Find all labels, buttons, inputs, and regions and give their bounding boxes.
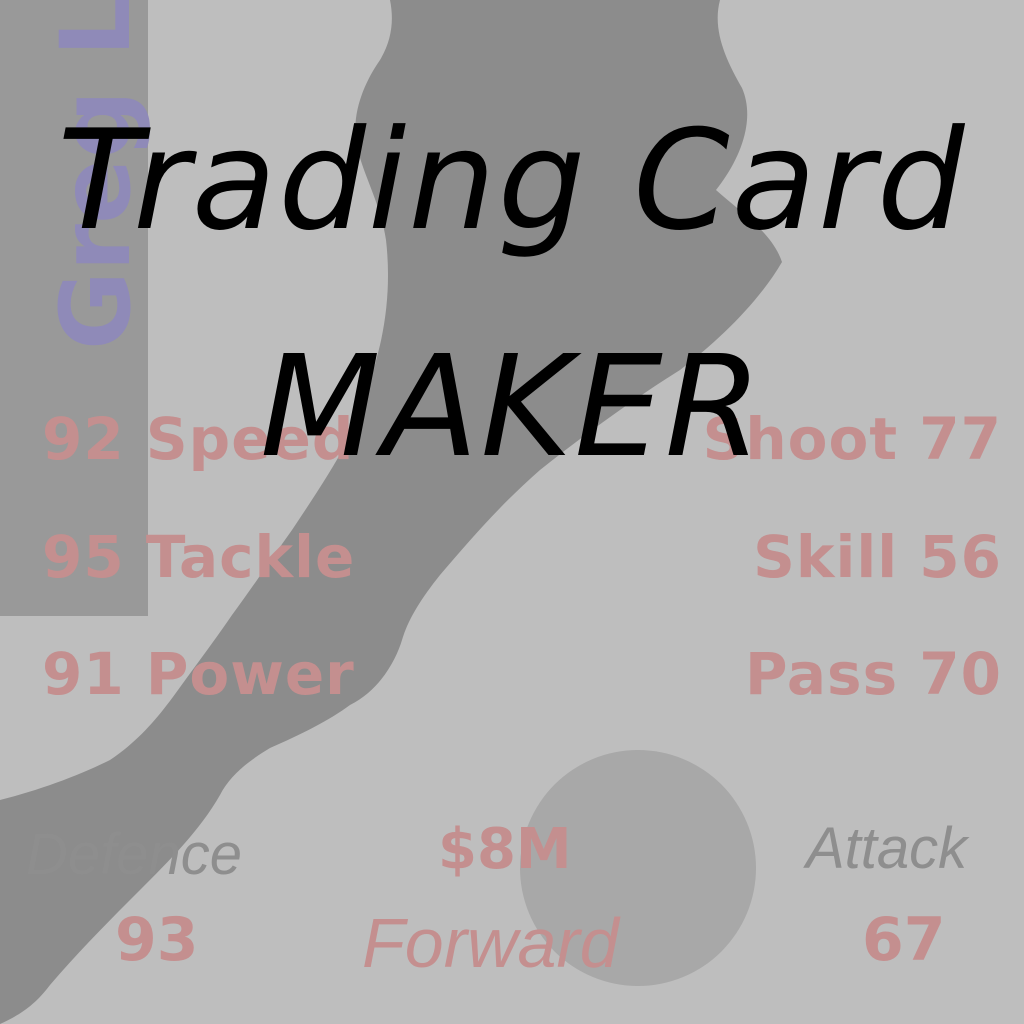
stat-tackle: 95 Tackle (42, 523, 356, 591)
stat-power: 91 Power (42, 640, 355, 708)
defence-value: 93 (115, 905, 199, 975)
attack-value: 67 (862, 905, 946, 975)
app-splash-screen: Greg L 92 Speed 95 Tackle 91 Power Shoot… (0, 0, 1024, 1024)
stat-skill: Skill 56 (753, 523, 1002, 591)
attack-label: Attack (806, 816, 968, 881)
app-title-line1: Trading Card (57, 100, 967, 261)
stat-pass: Pass 70 (744, 640, 1002, 708)
defence-label: Defence (26, 822, 243, 887)
position-label: Forward (362, 904, 619, 982)
app-title-line2: MAKER (259, 326, 765, 489)
price-value: $8M (438, 817, 572, 882)
